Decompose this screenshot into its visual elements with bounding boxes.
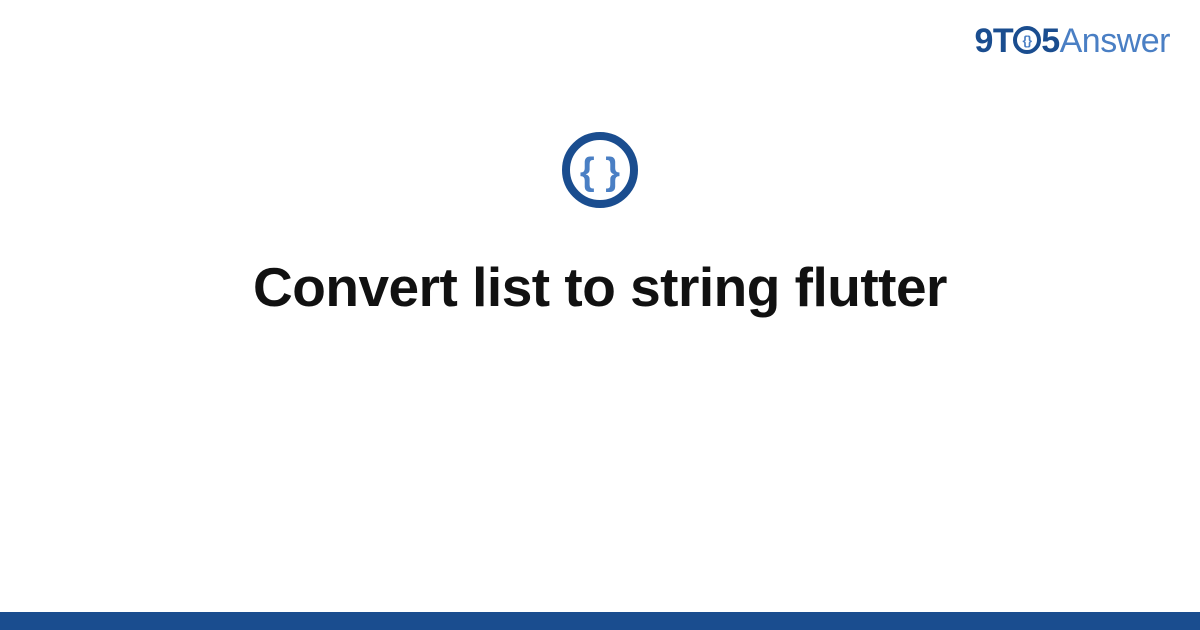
bottom-bar [0, 612, 1200, 630]
brand-five: 5 [1041, 22, 1059, 60]
site-brand: 9T {} 5Answer [975, 22, 1171, 61]
page-title: Convert list to string flutter [0, 255, 1200, 319]
svg-text:{}: {} [1023, 33, 1033, 48]
brand-nine: 9 [975, 22, 993, 60]
brand-o-icon: {} [1013, 24, 1041, 63]
braces-icon: { } [560, 130, 640, 215]
brand-t: T [993, 22, 1013, 60]
svg-text:{ }: { } [580, 151, 620, 193]
brand-answer: Answer [1060, 22, 1170, 60]
